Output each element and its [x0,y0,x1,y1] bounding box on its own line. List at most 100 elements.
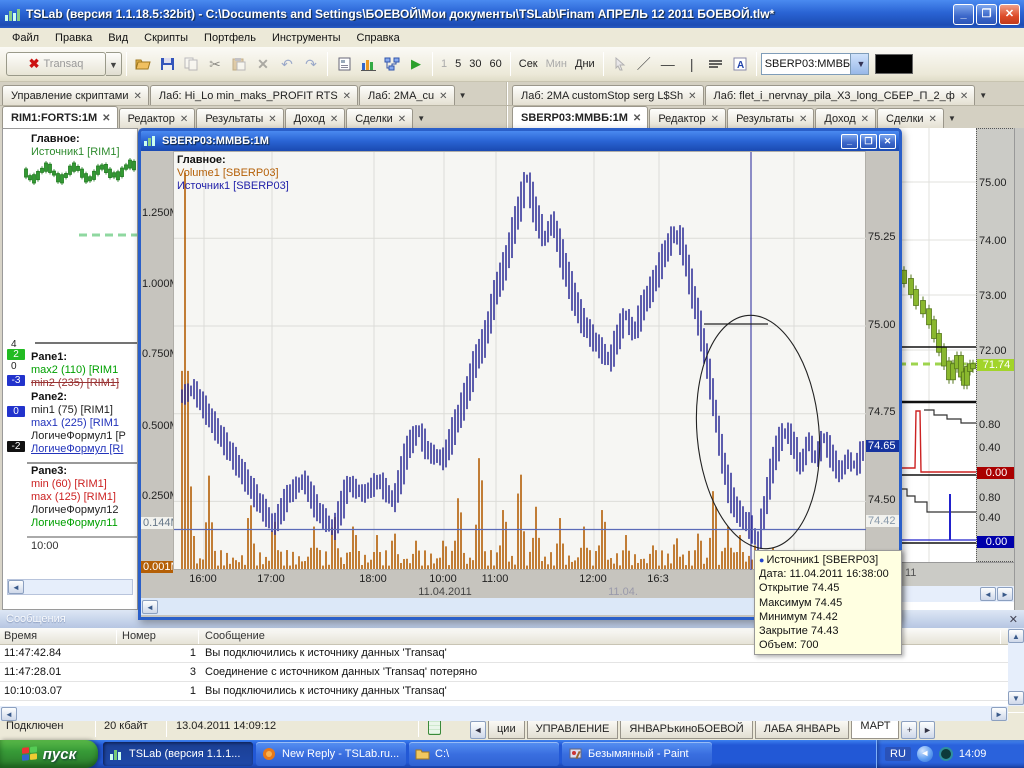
language-indicator[interactable]: RU [885,747,911,761]
tab-редактор[interactable]: Редактор✕ [649,108,726,128]
open-button[interactable] [131,52,155,76]
messages-horizontal-scrollbar[interactable]: ◄ ► [0,706,1008,721]
close-button[interactable]: ✕ [999,4,1020,25]
task-button[interactable]: TSLab (версия 1.1.1... [103,742,253,766]
pages-scroll-right-button[interactable]: ► [919,721,935,739]
horizontal-line-tool-button[interactable]: — [656,52,680,76]
chevron-down-icon[interactable]: ▼ [850,54,868,74]
run-button[interactable]: ▶ [404,52,428,76]
message-row[interactable]: 11:47:28.013Соединение с источником данн… [0,664,1008,682]
task-button[interactable]: New Reply - TSLab.ru... [256,742,406,766]
tab-close-icon[interactable]: ✕ [133,91,141,102]
tray-app-icon[interactable] [939,747,953,761]
scroll-right-icon[interactable]: ► [997,587,1013,601]
transaq-dropdown-button[interactable]: ▼ [106,52,122,76]
color-swatch[interactable] [875,54,913,74]
tab-редактор[interactable]: Редактор✕ [119,108,196,128]
tab-close-icon[interactable]: ✕ [343,91,351,102]
messages-close-icon[interactable]: ✕ [1009,613,1018,626]
minimize-button[interactable]: _ [953,4,974,25]
indicator-tool-button[interactable] [704,52,728,76]
scroll-left-icon[interactable]: ◄ [8,580,24,594]
cut-button[interactable]: ✂ [203,52,227,76]
tab-доход[interactable]: Доход✕ [285,108,346,128]
timeframe-5[interactable]: 5 [451,55,465,73]
window-close-button[interactable]: ✕ [879,134,896,149]
text-tool-button[interactable]: A [728,52,752,76]
redo-button[interactable]: ↷ [299,52,323,76]
menu-Портфель[interactable]: Портфель [196,30,264,46]
timeframe-60[interactable]: 60 [486,55,506,73]
menu-Правка[interactable]: Правка [47,30,100,46]
left-panel-scrollbar[interactable]: ◄ [7,579,133,595]
scroll-left-icon[interactable]: ◄ [142,600,158,614]
tab-доход[interactable]: Доход✕ [815,108,876,128]
period-Сек[interactable]: Сек [515,55,542,73]
period-Мин[interactable]: Мин [542,55,571,73]
cursor-tool-button[interactable] [608,52,632,76]
timeframe-1[interactable]: 1 [437,55,451,73]
tab-overflow-icon[interactable]: ▼ [945,110,959,128]
tab-сделки[interactable]: Сделки✕ [877,108,944,128]
tab-close-icon[interactable]: ✕ [398,114,406,125]
tab-лаб-flet_i_nervnay_pila_x3_long_сбер_п_2_ф[interactable]: Лаб: flet_i_nervnay_pila_X3_long_СБЕР_П_… [705,85,976,105]
pages-scroll-left-button[interactable]: ◄ [470,721,486,739]
menu-Скрипты[interactable]: Скрипты [136,30,196,46]
menu-Файл[interactable]: Файл [4,30,47,46]
scroll-left-icon[interactable]: ◄ [1,707,17,721]
tab-sberp03-ммвб-1м[interactable]: SBERP03:ММВБ:1М✕ [512,106,648,128]
tab-close-icon[interactable]: ✕ [180,114,188,125]
tab-лаб-2ma_cu[interactable]: Лаб: 2MA_cu✕ [359,85,455,105]
tab-overflow-icon[interactable]: ▼ [456,87,470,105]
save-button[interactable] [155,52,179,76]
tab-close-icon[interactable]: ✕ [929,114,937,125]
page-tab-УПРАВЛЕНИЕ[interactable]: УПРАВЛЕНИЕ [527,719,619,739]
tab-overflow-icon[interactable]: ▼ [414,110,428,128]
copy-button[interactable] [179,52,203,76]
tab-close-icon[interactable]: ✕ [439,91,447,102]
messages-vertical-scrollbar[interactable]: ▲ ▼ [1008,628,1024,706]
start-button[interactable]: пуск [0,740,98,768]
add-page-button[interactable]: + [901,721,917,739]
scroll-down-icon[interactable]: ▼ [1008,691,1024,705]
transaq-button[interactable]: ✖ Transaq [6,52,106,76]
window-maximize-button[interactable]: ❐ [860,134,877,149]
tab-rim1-forts-1m[interactable]: RIM1:FORTS:1M✕ [2,106,118,128]
menu-Вид[interactable]: Вид [100,30,136,46]
tab-close-icon[interactable]: ✕ [960,91,968,102]
page-tab-ции[interactable]: ции [488,719,525,739]
hide-icons-chevron[interactable]: ◄ [917,746,933,762]
task-button[interactable]: Безымянный - Paint [562,742,712,766]
window-minimize-button[interactable]: _ [841,134,858,149]
tab-результаты[interactable]: Результаты✕ [196,108,283,128]
tab-close-icon[interactable]: ✕ [688,91,696,102]
scroll-left-icon[interactable]: ◄ [980,587,996,601]
undo-button[interactable]: ↶ [275,52,299,76]
scroll-right-icon[interactable]: ► [991,707,1007,721]
page-tab-ЛАБА ЯНВАРЬ[interactable]: ЛАБА ЯНВАРЬ [755,719,850,739]
chart-button[interactable] [356,52,380,76]
paste-button[interactable] [227,52,251,76]
message-row[interactable]: 10:10:03.071Вы подключились к источнику … [0,683,1008,701]
chart-window-titlebar[interactable]: SBERP03:ММВБ:1М _ ❐ ✕ [141,131,899,151]
right-panel-scrollbar[interactable]: ◄ ► [899,586,1015,602]
vertical-line-tool-button[interactable]: | [680,52,704,76]
page-tab-ЯНВАРЬкиноБОЕВОЙ[interactable]: ЯНВАРЬкиноБОЕВОЙ [620,719,752,739]
tab-лаб-2ma-customstop-serg-l-sh[interactable]: Лаб: 2MA customStop serg L$Sh✕ [512,85,704,105]
tab-close-icon[interactable]: ✕ [102,113,110,124]
workspace-vertical-scrollbar[interactable] [1014,128,1024,612]
tab-сделки[interactable]: Сделки✕ [346,108,413,128]
delete-button[interactable]: ✕ [251,52,275,76]
tab-управление-скриптами[interactable]: Управление скриптами✕ [2,85,149,105]
tab-close-icon[interactable]: ✕ [711,114,719,125]
tab-результаты[interactable]: Результаты✕ [727,108,814,128]
tab-лаб-hi_lo-min_maks_profit-rts[interactable]: Лаб: Hi_Lo min_maks_PROFIT RTS✕ [150,85,358,105]
tab-close-icon[interactable]: ✕ [799,114,807,125]
task-button[interactable]: C:\ [409,742,559,766]
maximize-button[interactable]: ❐ [976,4,997,25]
scroll-up-icon[interactable]: ▲ [1008,629,1024,643]
menu-Инструменты[interactable]: Инструменты [264,30,349,46]
script-properties-button[interactable] [332,52,356,76]
tab-close-icon[interactable]: ✕ [861,114,869,125]
instrument-combo[interactable]: SBERP03:ММВБ ▼ [761,53,869,75]
